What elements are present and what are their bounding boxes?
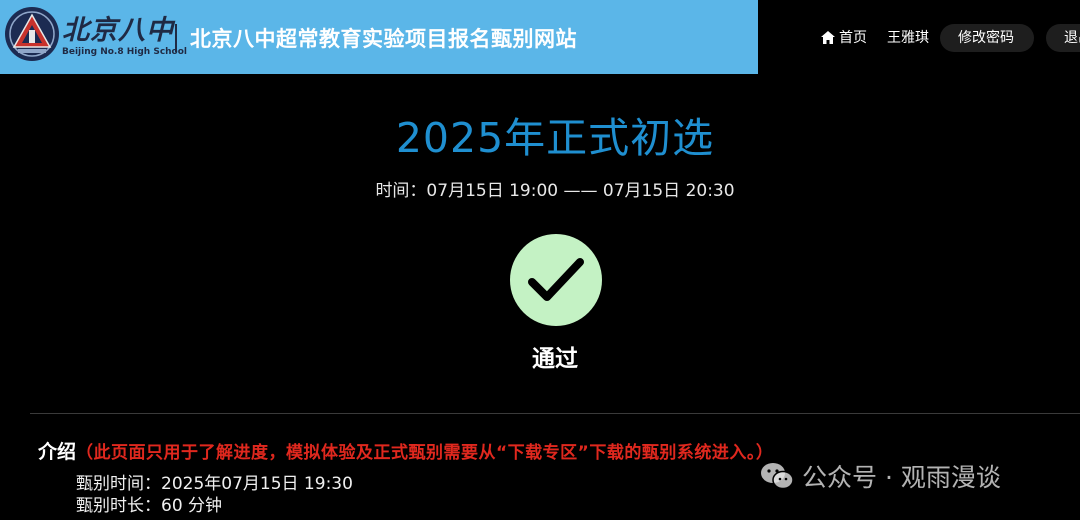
page: 北京八中 Beijing No.8 High School 北京八中超常教育实验… [0,0,1080,520]
change-password-button[interactable]: 修改密码 [940,24,1034,52]
nav-home-label: 首页 [839,30,867,46]
intro-note: （此页面只用于了解进度，模拟体验及正式甄别需要从“下载专区”下载的甄别系统进入。… [76,443,774,463]
watermark: 公众号 · 观雨漫谈 [760,458,1001,494]
screening-duration: 甄别时长：60 分钟 [76,496,223,516]
home-icon [821,30,835,44]
status-badge [510,234,602,326]
logout-button[interactable]: 退出 [1046,24,1080,52]
top-nav: 首页 王雅琪 修改密码 退出 [0,24,1080,52]
status-text: 通过 [532,346,578,372]
nav-home-link[interactable]: 首页 [821,27,867,47]
checkmark-icon [528,258,584,301]
watermark-text: 公众号 · 观雨漫谈 [802,463,1001,492]
exam-time-range: 时间：07月15日 19:00 —— 07月15日 20:30 [375,181,735,201]
section-divider [30,413,1080,414]
exam-title: 2025年正式初选 [395,114,715,162]
nav-username: 王雅琪 [887,30,929,46]
intro-heading-row: 介绍（此页面只用于了解进度，模拟体验及正式甄别需要从“下载专区”下载的甄别系统进… [38,437,773,464]
wechat-icon [761,463,794,490]
intro-label: 介绍 [38,441,77,463]
